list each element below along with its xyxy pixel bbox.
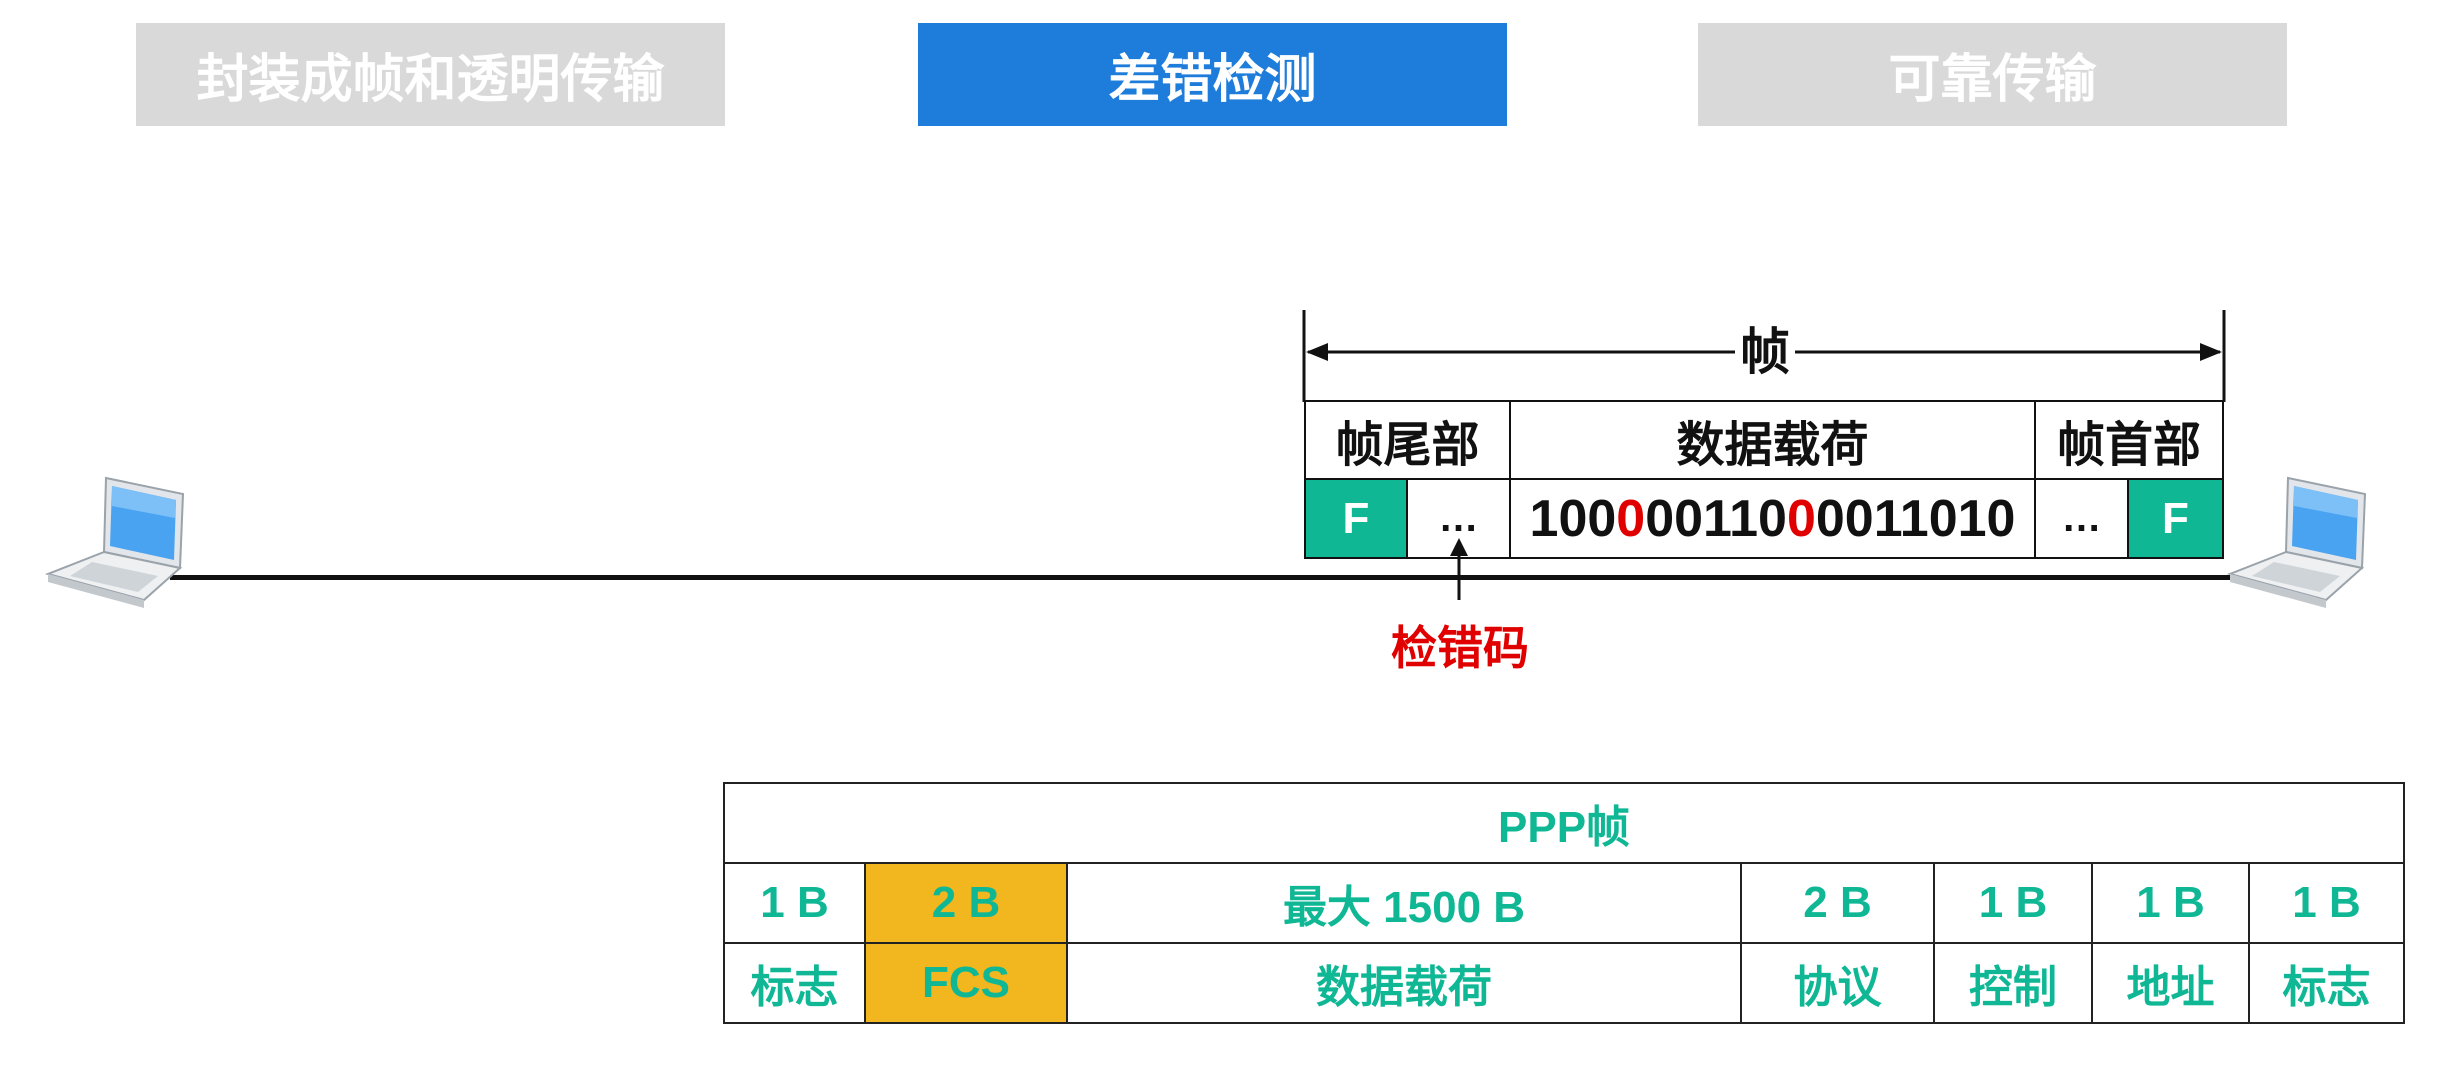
laptop-icon (44, 476, 185, 608)
ppp-size-cell: 2 B (1740, 862, 1935, 944)
ppp-size-cell: 1 B (2247, 862, 2406, 944)
ppp-field-cell: 协议 (1740, 942, 1935, 1024)
ppp-field-cell: 控制 (1933, 942, 2093, 1024)
ppp-frame-table: PPP帧 1 B2 B 最大 1500 B2 B1 B1 B1 B 标志 FCS 数据… (722, 782, 2406, 1024)
link-line (170, 575, 2230, 580)
laptop-icon (2226, 476, 2367, 608)
error-bit: 0 (1616, 489, 1646, 548)
ppp-size-cell: 最大 1500 B (1066, 862, 1742, 944)
frame-payload-bits: 10000011000011010 (1509, 478, 2036, 559)
frame-header-label: 帧首部 (2034, 400, 2224, 480)
ppp-size-cell: 1 B (2091, 862, 2250, 944)
frame-trailer-label: 帧尾部 (1304, 400, 1511, 480)
ppp-field-cell: 标志 (723, 942, 866, 1024)
ppp-title: PPP帧 (722, 782, 2406, 864)
frame-header-ellipsis: … (2034, 478, 2129, 559)
tab-reliable-transmission[interactable]: 可靠传输 (1698, 23, 2287, 126)
frame-payload-label: 数据载荷 (1509, 400, 2036, 480)
ppp-field-cell: 数据载荷 (1066, 942, 1742, 1024)
ppp-field-cell: 标志 (2247, 942, 2406, 1024)
ppp-size-cell: 1 B (723, 862, 866, 944)
ppp-size-cell: 2 B (864, 862, 1068, 944)
bit-group: 011010 (1844, 489, 2016, 548)
tab-error-detection[interactable]: 差错检测 (918, 23, 1507, 126)
tab-framing[interactable]: 封装成帧和透明传输 (136, 23, 725, 126)
frame-flag-left: F (1304, 478, 1408, 559)
error-bit: 0 (1786, 489, 1816, 548)
bit-group: 00110 (1645, 489, 1787, 548)
error-code-label: 检错码 (1391, 622, 1529, 674)
ppp-field-cell: FCS (864, 942, 1068, 1024)
bit-group: 0 (1815, 489, 1845, 548)
bit-group: 100 (1529, 489, 1617, 548)
frame-span-label: 帧 (1735, 322, 1795, 382)
frame-flag-right: F (2127, 478, 2224, 559)
ppp-size-cell: 1 B (1933, 862, 2093, 944)
error-code-arrow (1450, 538, 1468, 600)
ppp-field-cell: 地址 (2091, 942, 2250, 1024)
